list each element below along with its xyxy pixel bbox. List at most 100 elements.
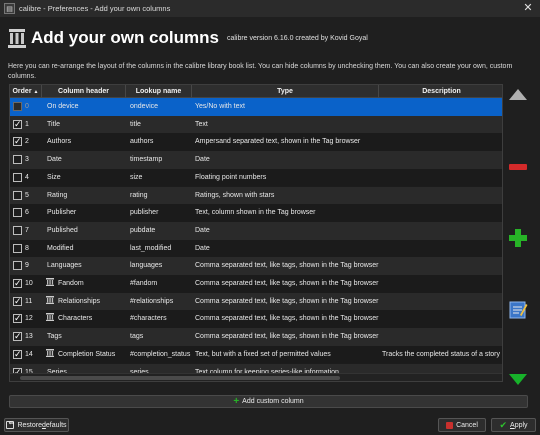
table-row[interactable]: 11 Relationships #relationships Comma separ… [10, 292, 502, 311]
column-header-header[interactable]: Column header [42, 85, 126, 98]
column-header-description[interactable]: Description [379, 85, 502, 98]
visibility-checkbox[interactable] [13, 208, 22, 218]
description-cell [382, 169, 502, 187]
column-header-cell: On device [47, 98, 127, 116]
column-header-text: Languages [47, 262, 82, 270]
lookup-name-cell: publisher [130, 209, 159, 217]
table-row[interactable]: 3 Date timestamp Date [10, 151, 502, 169]
visibility-checkbox[interactable] [13, 118, 22, 130]
order-cell: 5 [10, 187, 42, 205]
apply-button[interactable]: ✔ Apply [491, 418, 536, 432]
order-cell: 2 [10, 133, 42, 151]
horizontal-scrollbar[interactable] [10, 373, 502, 381]
visibility-checkbox[interactable] [13, 225, 22, 235]
description-cell [382, 257, 502, 275]
order-number: 10 [25, 280, 33, 287]
column-header-cell: Characters [46, 310, 126, 328]
type-cell: Ampersand separated text, shown in the T… [195, 138, 361, 146]
custom-column-icon [46, 276, 54, 286]
type-cell: Comma separated text, like tags, shown i… [195, 315, 379, 323]
order-number: 4 [25, 173, 29, 181]
visibility-checkbox[interactable] [13, 135, 22, 147]
table-row[interactable]: 0 On device ondevice Yes/No with text [10, 98, 502, 116]
column-header-order[interactable]: Order ▲ [10, 85, 42, 98]
version-text: calibre version 6.16.0 created by Kovid … [226, 34, 368, 42]
type-cell: Text [195, 120, 208, 128]
lookup-name-cell: last_modified [130, 244, 172, 252]
move-up-button[interactable] [507, 86, 529, 104]
column-header-text: Published [47, 226, 78, 234]
order-number: 14 [25, 350, 33, 358]
table-row[interactable]: 4 Size size Floating point numbers [10, 168, 502, 187]
scrollbar-thumb[interactable] [20, 376, 340, 380]
column-header-text: Fandom [58, 280, 84, 287]
column-header-cell: Languages [47, 257, 127, 275]
type-cell: Date [195, 226, 210, 234]
edit-column-button[interactable] [507, 299, 529, 321]
order-cell: 13 [10, 328, 42, 346]
table-row[interactable]: 7 Published pubdate Date [10, 221, 502, 240]
table-row[interactable]: 8 Modified last_modified Date [10, 239, 502, 258]
columns-table[interactable]: Order ▲ Column header Lookup name Type De… [9, 84, 503, 382]
lookup-name-cell: tags [130, 333, 144, 341]
column-header-text: Rating [47, 191, 68, 199]
type-cell: Yes/No with text [195, 103, 245, 110]
visibility-checkbox[interactable] [13, 172, 22, 182]
table-row[interactable]: 9 Languages languages Comma separated text,… [10, 257, 502, 275]
visibility-checkbox[interactable] [13, 243, 22, 253]
visibility-checkbox[interactable] [13, 295, 22, 307]
column-header-text: Size [47, 173, 61, 181]
add-column-button[interactable] [507, 229, 529, 247]
column-header-lookup[interactable]: Lookup name [126, 85, 192, 98]
table-row[interactable]: 5 Rating rating Ratings, shown with stars [10, 186, 502, 205]
lookup-name-cell: #fandom [130, 280, 158, 287]
visibility-checkbox[interactable] [13, 261, 22, 271]
type-cell: Text, column shown in the Tag browser [195, 209, 316, 217]
visibility-checkbox[interactable] [13, 155, 22, 165]
description-cell: Tracks the completed status of a story o… [382, 350, 503, 358]
restore-defaults-button[interactable]: ⇐ Restore d efaults [4, 418, 69, 432]
type-cell: Text, but with a fixed set of permitted … [195, 350, 331, 358]
move-down-button[interactable] [507, 370, 529, 388]
column-header-cell: Tags [47, 328, 127, 346]
table-row[interactable]: 12 Characters #characters Comma separated t… [10, 310, 502, 329]
remove-column-button[interactable] [507, 158, 529, 176]
column-header-cell: Modified [47, 240, 127, 258]
add-custom-column-button[interactable]: + Add custom column [9, 395, 528, 408]
order-cell: 0 [10, 98, 42, 116]
table-row[interactable]: 2 Authors authors Ampersand separated text,… [10, 133, 502, 152]
table-row[interactable]: 10 Fandom #fandom Comma separated text, lik… [10, 275, 502, 293]
close-icon[interactable]: ✕ [522, 2, 534, 14]
column-header-cell: Relationships [46, 293, 126, 311]
visibility-checkbox[interactable] [13, 102, 22, 111]
order-cell: 14 [10, 346, 42, 364]
window-title: calibre - Preferences - Add your own col… [19, 4, 171, 13]
table-row[interactable]: 14 Completion Status #completion_status Tex… [10, 345, 503, 364]
plus-icon: + [233, 395, 240, 407]
sort-ascending-icon: ▲ [33, 89, 39, 95]
add-icon [509, 229, 527, 247]
lookup-name-cell: title [130, 120, 141, 128]
visibility-checkbox[interactable] [13, 348, 22, 360]
visibility-checkbox[interactable] [13, 312, 22, 324]
column-header-text: Title [47, 120, 60, 128]
column-header-text: Characters [58, 315, 93, 323]
pillars-icon [8, 28, 26, 48]
description-text: Here you can re-arrange the layout of th… [8, 63, 513, 80]
order-number: 1 [25, 120, 29, 128]
visibility-checkbox[interactable] [13, 330, 22, 342]
column-header-type[interactable]: Type [192, 85, 379, 98]
table-row[interactable]: 6 Publisher publisher Text, column shown in… [10, 204, 502, 222]
type-cell: Floating point numbers [195, 173, 267, 181]
table-row[interactable]: 13 Tags tags Comma separated text, like tag… [10, 328, 502, 346]
description-cell [382, 133, 502, 151]
column-header-cell: Fandom [46, 275, 126, 293]
cancel-button[interactable]: Cancel [438, 418, 486, 432]
visibility-checkbox[interactable] [13, 190, 22, 200]
table-row[interactable]: 1 Title title Text [10, 115, 502, 134]
lookup-name-cell: #characters [130, 315, 167, 323]
order-number: 12 [25, 315, 33, 323]
visibility-checkbox[interactable] [13, 277, 22, 289]
column-header-cell: Rating [47, 187, 127, 205]
order-cell: 11 [10, 293, 42, 311]
